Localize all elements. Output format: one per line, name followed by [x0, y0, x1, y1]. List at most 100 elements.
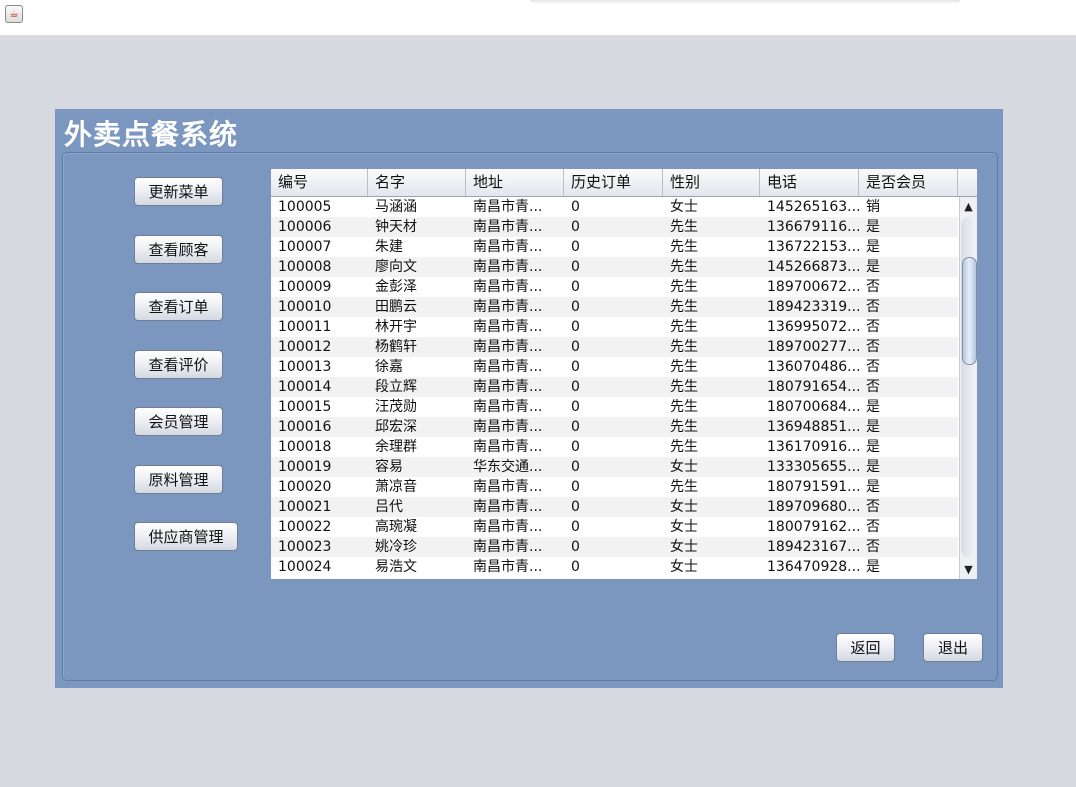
table-row[interactable]: 100009 金彭泽 南昌市青... 0 先生 189700672... 否: [271, 277, 958, 297]
member-management-button[interactable]: 会员管理: [134, 407, 223, 436]
cell-phone[interactable]: 136470928...: [760, 557, 859, 577]
cell-order-history[interactable]: 0: [564, 497, 663, 517]
cell-phone[interactable]: 136070486...: [760, 357, 859, 377]
cell-gender[interactable]: 女士: [663, 197, 760, 217]
cell-address[interactable]: 南昌市青...: [466, 397, 564, 417]
cell-id[interactable]: 100021: [271, 497, 368, 517]
cell-name[interactable]: 汪茂勋: [368, 397, 466, 417]
cell-id[interactable]: 100013: [271, 357, 368, 377]
cell-gender[interactable]: 先生: [663, 437, 760, 457]
cell-phone[interactable]: 136679116...: [760, 217, 859, 237]
cell-member[interactable]: 否: [859, 297, 958, 317]
exit-button[interactable]: 退出: [923, 633, 983, 662]
cell-order-history[interactable]: 0: [564, 377, 663, 397]
cell-phone[interactable]: 189423167...: [760, 537, 859, 557]
cell-member[interactable]: 是: [859, 477, 958, 497]
cell-order-history[interactable]: 0: [564, 357, 663, 377]
cell-phone[interactable]: 189423319...: [760, 297, 859, 317]
cell-id[interactable]: 100010: [271, 297, 368, 317]
cell-phone[interactable]: 136948851...: [760, 417, 859, 437]
cell-id[interactable]: 100014: [271, 377, 368, 397]
table-row[interactable]: 100020 萧凉音 南昌市青... 0 先生 180791591... 是: [271, 477, 958, 497]
cell-id[interactable]: 100019: [271, 457, 368, 477]
cell-id[interactable]: 100012: [271, 337, 368, 357]
table-row[interactable]: 100012 杨鹤轩 南昌市青... 0 先生 189700277... 否: [271, 337, 958, 357]
cell-id[interactable]: 100008: [271, 257, 368, 277]
cell-address[interactable]: 南昌市青...: [466, 417, 564, 437]
cell-name[interactable]: 段立辉: [368, 377, 466, 397]
cell-address[interactable]: 南昌市青...: [466, 557, 564, 577]
cell-gender[interactable]: 先生: [663, 397, 760, 417]
cell-gender[interactable]: 先生: [663, 357, 760, 377]
cell-member[interactable]: 否: [859, 357, 958, 377]
cell-phone[interactable]: 136170916...: [760, 437, 859, 457]
cell-phone[interactable]: 189709680...: [760, 497, 859, 517]
cell-order-history[interactable]: 0: [564, 297, 663, 317]
cell-order-history[interactable]: 0: [564, 537, 663, 557]
cell-name[interactable]: 杨鹤轩: [368, 337, 466, 357]
cell-name[interactable]: 易浩文: [368, 557, 466, 577]
cell-member[interactable]: 否: [859, 317, 958, 337]
view-orders-button[interactable]: 查看订单: [134, 292, 223, 321]
cell-order-history[interactable]: 0: [564, 337, 663, 357]
cell-id[interactable]: 100024: [271, 557, 368, 577]
cell-member[interactable]: 否: [859, 337, 958, 357]
cell-order-history[interactable]: 0: [564, 437, 663, 457]
view-customers-button[interactable]: 查看顾客: [134, 235, 223, 264]
column-header-phone[interactable]: 电话: [760, 169, 859, 196]
cell-gender[interactable]: 先生: [663, 417, 760, 437]
cell-member[interactable]: 否: [859, 497, 958, 517]
cell-order-history[interactable]: 0: [564, 397, 663, 417]
table-row[interactable]: 100022 高琬凝 南昌市青... 0 女士 180079162... 否: [271, 517, 958, 537]
cell-address[interactable]: 南昌市青...: [466, 437, 564, 457]
cell-id[interactable]: 100007: [271, 237, 368, 257]
cell-address[interactable]: 南昌市青...: [466, 237, 564, 257]
cell-order-history[interactable]: 0: [564, 317, 663, 337]
cell-name[interactable]: 田鹏云: [368, 297, 466, 317]
table-row[interactable]: 100008 廖向文 南昌市青... 0 先生 145266873... 是: [271, 257, 958, 277]
cell-member[interactable]: 是: [859, 217, 958, 237]
cell-name[interactable]: 马涵涵: [368, 197, 466, 217]
cell-phone[interactable]: 180079162...: [760, 517, 859, 537]
table-row[interactable]: 100011 林开宇 南昌市青... 0 先生 136995072... 否: [271, 317, 958, 337]
cell-member[interactable]: 是: [859, 437, 958, 457]
scroll-thumb[interactable]: [962, 257, 977, 365]
column-header-name[interactable]: 名字: [368, 169, 466, 196]
column-header-member[interactable]: 是否会员: [859, 169, 958, 196]
cell-name[interactable]: 容易: [368, 457, 466, 477]
cell-order-history[interactable]: 0: [564, 457, 663, 477]
cell-order-history[interactable]: 0: [564, 417, 663, 437]
cell-name[interactable]: 余理群: [368, 437, 466, 457]
table-row[interactable]: 100016 邱宏深 南昌市青... 0 先生 136948851... 是: [271, 417, 958, 437]
cell-phone[interactable]: 145265163...: [760, 197, 859, 217]
cell-id[interactable]: 100020: [271, 477, 368, 497]
cell-gender[interactable]: 女士: [663, 537, 760, 557]
scroll-track[interactable]: [961, 217, 977, 557]
cell-address[interactable]: 南昌市青...: [466, 217, 564, 237]
cell-address[interactable]: 南昌市青...: [466, 377, 564, 397]
cell-id[interactable]: 100009: [271, 277, 368, 297]
table-row[interactable]: 100021 吕代 南昌市青... 0 女士 189709680... 否: [271, 497, 958, 517]
table-row[interactable]: 100006 钟天材 南昌市青... 0 先生 136679116... 是: [271, 217, 958, 237]
cell-member[interactable]: 否: [859, 537, 958, 557]
cell-id[interactable]: 100006: [271, 217, 368, 237]
cell-member[interactable]: 是: [859, 417, 958, 437]
cell-address[interactable]: 华东交通...: [466, 457, 564, 477]
cell-id[interactable]: 100016: [271, 417, 368, 437]
cell-gender[interactable]: 先生: [663, 317, 760, 337]
cell-member[interactable]: 否: [859, 517, 958, 537]
cell-id[interactable]: 100015: [271, 397, 368, 417]
cell-address[interactable]: 南昌市青...: [466, 337, 564, 357]
cell-order-history[interactable]: 0: [564, 237, 663, 257]
cell-member[interactable]: 是: [859, 457, 958, 477]
cell-order-history[interactable]: 0: [564, 557, 663, 577]
cell-phone[interactable]: 180791654...: [760, 377, 859, 397]
table-row[interactable]: 100010 田鹏云 南昌市青... 0 先生 189423319... 否: [271, 297, 958, 317]
cell-address[interactable]: 南昌市青...: [466, 497, 564, 517]
cell-name[interactable]: 邱宏深: [368, 417, 466, 437]
cell-address[interactable]: 南昌市青...: [466, 317, 564, 337]
cell-name[interactable]: 萧凉音: [368, 477, 466, 497]
table-row[interactable]: 100023 姚冷珍 南昌市青... 0 女士 189423167... 否: [271, 537, 958, 557]
cell-name[interactable]: 金彭泽: [368, 277, 466, 297]
cell-name[interactable]: 高琬凝: [368, 517, 466, 537]
